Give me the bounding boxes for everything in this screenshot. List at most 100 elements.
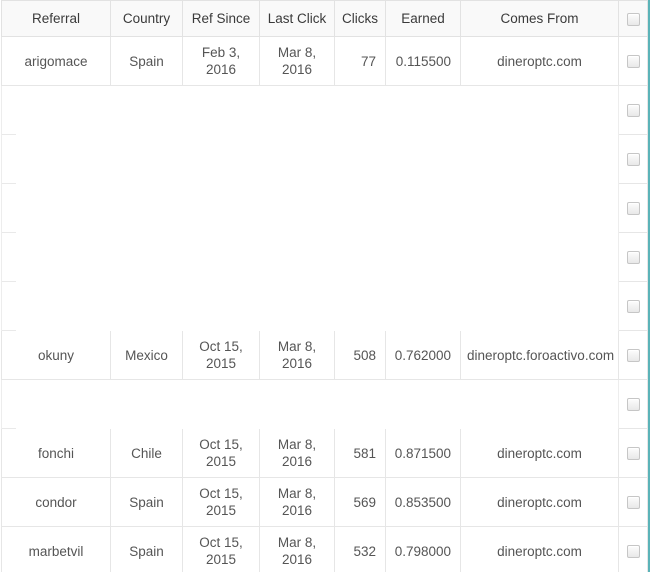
column-header-select-all xyxy=(618,0,648,37)
cell-clicks: 508 xyxy=(334,330,386,380)
cell-blank xyxy=(460,85,619,135)
cell-row-select xyxy=(618,526,648,572)
cell-comes-from: dineroptc.com xyxy=(460,477,619,527)
cell-blank xyxy=(1,134,111,184)
cell-blank xyxy=(385,183,461,233)
cell-referral: fonchi xyxy=(1,428,111,478)
table-row: okuny Mexico Oct 15, 2015 Mar 8, 2016 508 0.762… xyxy=(1,330,648,380)
cell-row-select xyxy=(618,183,648,233)
cell-blank xyxy=(182,85,260,135)
cell-blank xyxy=(259,85,335,135)
cell-ref-since-line-2: 2015 xyxy=(205,503,237,518)
cell-last-click-line-1: Mar 8, xyxy=(277,339,317,354)
referral-table: Referral Country Ref Since Last Click Cl… xyxy=(1,0,648,572)
cell-last-click-line-2: 2016 xyxy=(281,454,313,469)
cell-row-select xyxy=(618,428,648,478)
table-row-blank xyxy=(1,134,648,184)
cell-last-click: Mar 8, 2016 xyxy=(259,36,335,86)
cell-blank xyxy=(460,134,619,184)
cell-blank xyxy=(1,281,111,331)
cell-blank xyxy=(334,232,386,282)
cell-blank xyxy=(385,134,461,184)
cell-blank xyxy=(385,379,461,429)
cell-row-select xyxy=(618,330,648,380)
cell-ref-since-line-1: Feb 3, xyxy=(201,45,241,60)
cell-comes-from: dineroptc.foroactivo.com xyxy=(460,330,619,380)
cell-ref-since-line-1: Oct 15, xyxy=(199,535,243,550)
cell-comes-from: dineroptc.com xyxy=(460,36,619,86)
cell-ref-since: Oct 15, 2015 xyxy=(182,526,260,572)
cell-blank xyxy=(259,232,335,282)
cell-row-select xyxy=(618,281,648,331)
row-select-checkbox[interactable] xyxy=(626,545,640,559)
cell-blank xyxy=(1,183,111,233)
row-select-checkbox[interactable] xyxy=(626,398,640,412)
column-header-clicks[interactable]: Clicks xyxy=(334,0,386,37)
cell-clicks: 532 xyxy=(334,526,386,572)
table-row: condor Spain Oct 15, 2015 Mar 8, 2016 569 0.853… xyxy=(1,477,648,527)
cell-blank xyxy=(182,379,260,429)
column-header-country[interactable]: Country xyxy=(110,0,183,37)
cell-clicks: 77 xyxy=(334,36,386,86)
cell-blank xyxy=(334,134,386,184)
cell-ref-since: Oct 15, 2015 xyxy=(182,477,260,527)
cell-blank xyxy=(1,379,111,429)
cell-last-click: Mar 8, 2016 xyxy=(259,477,335,527)
row-select-checkbox[interactable] xyxy=(626,496,640,510)
cell-last-click-line-2: 2016 xyxy=(281,356,313,371)
cell-blank xyxy=(334,281,386,331)
cell-last-click-line-2: 2016 xyxy=(281,503,313,518)
row-select-checkbox[interactable] xyxy=(626,251,640,265)
cell-last-click: Mar 8, 2016 xyxy=(259,428,335,478)
column-header-referral[interactable]: Referral xyxy=(1,0,111,37)
cell-last-click-line-1: Mar 8, xyxy=(277,437,317,452)
cell-ref-since-line-2: 2015 xyxy=(205,552,237,567)
column-header-ref-since[interactable]: Ref Since xyxy=(182,0,260,37)
row-select-checkbox[interactable] xyxy=(626,104,640,118)
cell-earned: 0.798000 xyxy=(385,526,461,572)
cell-blank xyxy=(110,85,183,135)
row-select-checkbox[interactable] xyxy=(626,202,640,216)
table-row-blank xyxy=(1,85,648,135)
row-select-checkbox[interactable] xyxy=(626,55,640,69)
row-select-checkbox[interactable] xyxy=(626,447,640,461)
cell-ref-since: Oct 15, 2015 xyxy=(182,428,260,478)
select-all-checkbox[interactable] xyxy=(626,12,640,26)
cell-blank xyxy=(334,379,386,429)
column-header-last-click[interactable]: Last Click xyxy=(259,0,335,37)
cell-last-click-line-1: Mar 8, xyxy=(277,45,317,60)
cell-ref-since: Oct 15, 2015 xyxy=(182,330,260,380)
column-header-earned[interactable]: Earned xyxy=(385,0,461,37)
cell-earned: 0.762000 xyxy=(385,330,461,380)
cell-clicks: 581 xyxy=(334,428,386,478)
table-row: marbetvil Spain Oct 15, 2015 Mar 8, 2016 532 0.… xyxy=(1,526,648,572)
cell-last-click-line-2: 2016 xyxy=(281,62,313,77)
row-select-checkbox[interactable] xyxy=(626,349,640,363)
table-row-blank xyxy=(1,281,648,331)
row-select-checkbox[interactable] xyxy=(626,300,640,314)
row-select-checkbox[interactable] xyxy=(626,153,640,167)
table-row-blank xyxy=(1,183,648,233)
cell-country: Chile xyxy=(110,428,183,478)
cell-last-click: Mar 8, 2016 xyxy=(259,526,335,572)
cell-referral: arigomace xyxy=(1,36,111,86)
table-row: arigomace Spain Feb 3, 2016 Mar 8, 2016 77 0.11… xyxy=(1,36,648,86)
referral-table-page: Referral Country Ref Since Last Click Cl… xyxy=(0,0,652,572)
cell-last-click-line-2: 2016 xyxy=(281,552,313,567)
cell-blank xyxy=(385,232,461,282)
column-header-comes-from[interactable]: Comes From xyxy=(460,0,619,37)
cell-blank xyxy=(110,134,183,184)
cell-country: Spain xyxy=(110,477,183,527)
cell-blank xyxy=(182,232,260,282)
cell-clicks: 569 xyxy=(334,477,386,527)
cell-country: Spain xyxy=(110,526,183,572)
cell-last-click-line-1: Mar 8, xyxy=(277,486,317,501)
cell-row-select xyxy=(618,85,648,135)
cell-blank xyxy=(460,232,619,282)
table-row-blank xyxy=(1,379,648,429)
cell-blank xyxy=(182,134,260,184)
cell-blank xyxy=(182,183,260,233)
cell-row-select xyxy=(618,379,648,429)
cell-ref-since-line-1: Oct 15, xyxy=(199,437,243,452)
table-row: fonchi Chile Oct 15, 2015 Mar 8, 2016 581 0.871… xyxy=(1,428,648,478)
